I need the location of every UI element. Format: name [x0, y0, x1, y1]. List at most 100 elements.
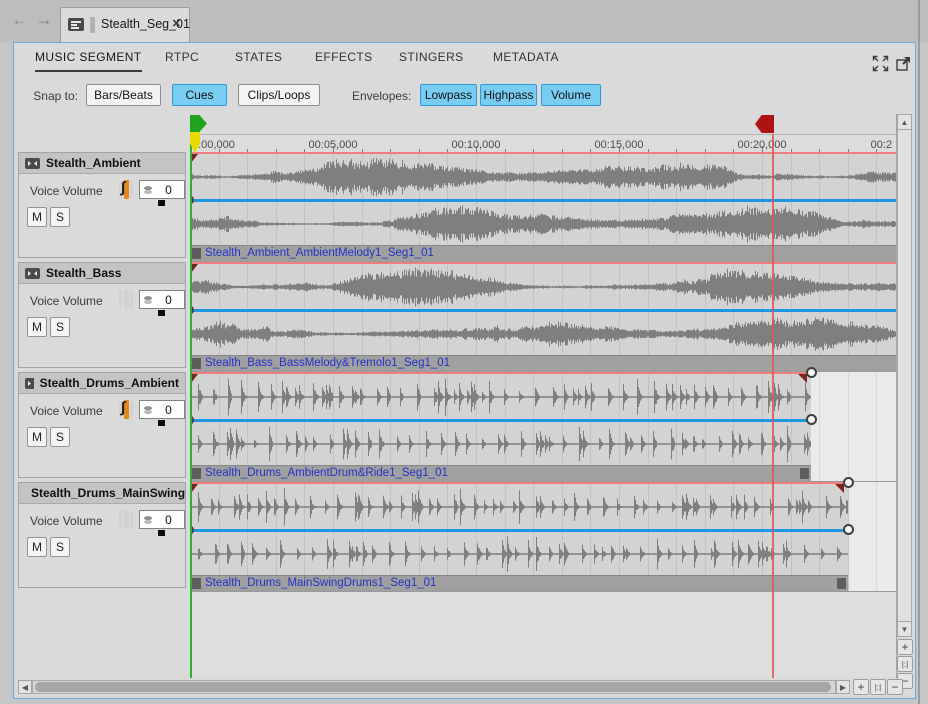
- track-lane[interactable]: Stealth_Drums_AmbientDrum&Ride1_Seg1_01: [190, 372, 896, 482]
- voice-volume-value[interactable]: 0: [153, 403, 184, 417]
- back-arrow-icon[interactable]: ←: [10, 10, 30, 30]
- clip-name[interactable]: Stealth_Drums_AmbientDrum&Ride1_Seg1_01: [205, 467, 448, 479]
- snap-cues-button[interactable]: Cues: [172, 84, 227, 106]
- clip-handle-right[interactable]: [837, 578, 846, 589]
- snap-bars-beats-button[interactable]: Bars/Beats: [86, 84, 161, 106]
- clip-handle-right[interactable]: [800, 468, 809, 479]
- horizontal-zoom-out-button[interactable]: −: [887, 679, 903, 695]
- entry-cue-marker[interactable]: [190, 115, 207, 132]
- track-header-stealth-drums-mainswing[interactable]: Stealth_Drums_MainSwing Voice Volume ∫ 0…: [18, 482, 186, 588]
- exit-cue-marker[interactable]: [755, 115, 774, 133]
- mute-button[interactable]: M: [27, 317, 47, 337]
- horizontal-scrollbar-thumb[interactable]: [35, 682, 831, 692]
- track-header-stealth-ambient[interactable]: Stealth_Ambient Voice Volume ∫ 0 M S: [18, 152, 186, 258]
- scroll-left-icon[interactable]: ◀: [18, 680, 32, 694]
- vertical-zoom-fit-button[interactable]: |:|: [897, 656, 913, 672]
- tab-effects[interactable]: EFFECTS: [315, 50, 372, 70]
- fade-envelope-line[interactable]: [190, 152, 896, 154]
- close-icon[interactable]: ✕: [172, 17, 181, 30]
- document-tab[interactable]: Stealth_Seg_01 ✕: [60, 7, 190, 42]
- rtpc-curve-icon[interactable]: ∫: [119, 290, 133, 309]
- track-lane[interactable]: Stealth_Drums_MainSwingDrums1_Seg1_01: [190, 482, 896, 592]
- volume-envelope-end-point[interactable]: [806, 414, 817, 425]
- clip-name-bar[interactable]: Stealth_Drums_AmbientDrum&Ride1_Seg1_01: [190, 465, 811, 481]
- rtpc-curve-icon[interactable]: ∫: [119, 400, 133, 419]
- volume-envelope-line[interactable]: [190, 419, 811, 422]
- rtpc-curve-icon[interactable]: ∫: [119, 510, 133, 529]
- voice-volume-field[interactable]: 0: [139, 400, 185, 419]
- clip-name-bar[interactable]: Stealth_Ambient_AmbientMelody1_Seg1_01: [190, 245, 896, 261]
- snap-clips-loops-button[interactable]: Clips/Loops: [238, 84, 320, 106]
- rtpc-curve-icon[interactable]: ∫: [119, 180, 133, 199]
- fade-envelope-line[interactable]: [190, 262, 896, 264]
- tab-rtpc[interactable]: RTPC: [165, 50, 199, 70]
- music-segment-icon: [68, 18, 84, 31]
- track-title-bar[interactable]: Stealth_Bass: [19, 263, 185, 284]
- clip-name[interactable]: Stealth_Ambient_AmbientMelody1_Seg1_01: [205, 247, 434, 259]
- vertical-zoom-in-button[interactable]: +: [897, 639, 913, 655]
- volume-envelope-line[interactable]: [190, 529, 848, 532]
- envelope-volume-button[interactable]: Volume: [541, 84, 601, 106]
- voice-volume-value[interactable]: 0: [153, 183, 184, 197]
- voice-volume-field[interactable]: 0: [139, 290, 185, 309]
- mute-button[interactable]: M: [27, 427, 47, 447]
- solo-button[interactable]: S: [50, 537, 70, 557]
- track-title-bar[interactable]: Stealth_Drums_Ambient: [19, 373, 185, 394]
- clip-handle-left[interactable]: [192, 358, 201, 369]
- voice-volume-field[interactable]: 0: [139, 180, 185, 199]
- clip-name-bar[interactable]: Stealth_Drums_MainSwingDrums1_Seg1_01: [190, 575, 848, 591]
- clip-name[interactable]: Stealth_Drums_MainSwingDrums1_Seg1_01: [205, 577, 436, 589]
- fade-envelope-end-point[interactable]: [806, 367, 817, 378]
- volume-slider-notch[interactable]: [158, 310, 165, 316]
- tab-metadata[interactable]: METADATA: [493, 50, 559, 70]
- volume-envelope-line[interactable]: [190, 309, 896, 312]
- clip-handle-left[interactable]: [192, 468, 201, 479]
- mute-button[interactable]: M: [27, 537, 47, 557]
- expand-icon[interactable]: [872, 55, 890, 73]
- knob-icon: [143, 185, 153, 195]
- scroll-down-icon[interactable]: ▼: [897, 621, 912, 637]
- mute-button[interactable]: M: [27, 207, 47, 227]
- clip-name-bar[interactable]: Stealth_Bass_BassMelody&Tremolo1_Seg1_01: [190, 355, 896, 371]
- track-lane[interactable]: Stealth_Ambient_AmbientMelody1_Seg1_01: [190, 152, 896, 262]
- volume-envelope-end-point[interactable]: [843, 524, 854, 535]
- voice-volume-field[interactable]: 0: [139, 510, 185, 529]
- forward-arrow-icon[interactable]: →: [34, 10, 54, 30]
- tab-music-segment[interactable]: MUSIC SEGMENT: [35, 50, 142, 72]
- volume-slider-notch[interactable]: [158, 530, 165, 536]
- volume-slider-notch[interactable]: [158, 200, 165, 206]
- clip-handle-left[interactable]: [192, 578, 201, 589]
- scroll-up-icon[interactable]: ▲: [897, 114, 912, 130]
- envelope-highpass-button[interactable]: Highpass: [480, 84, 537, 106]
- popout-icon[interactable]: [895, 55, 913, 73]
- horizontal-scrollbar[interactable]: [32, 680, 836, 694]
- tab-states[interactable]: STATES: [235, 50, 282, 70]
- solo-button[interactable]: S: [50, 317, 70, 337]
- fade-envelope-line[interactable]: [190, 372, 811, 374]
- fade-envelope-line[interactable]: [190, 482, 848, 484]
- volume-slider-notch[interactable]: [158, 420, 165, 426]
- track-title-bar[interactable]: Stealth_Drums_MainSwing: [19, 483, 185, 504]
- time-ruler[interactable]: 0:00,00000:05,00000:10,00000:15,00000:20…: [190, 134, 896, 153]
- track-header-stealth-bass[interactable]: Stealth_Bass Voice Volume ∫ 0 M S: [18, 262, 186, 368]
- snap-to-label: Snap to:: [24, 89, 78, 103]
- solo-button[interactable]: S: [50, 207, 70, 227]
- horizontal-zoom-fit-button[interactable]: |:|: [870, 679, 886, 695]
- voice-volume-label: Voice Volume: [30, 294, 103, 308]
- timeline-area[interactable]: 0:00,00000:05,00000:10,00000:15,00000:20…: [190, 114, 897, 678]
- track-lane[interactable]: Stealth_Bass_BassMelody&Tremolo1_Seg1_01: [190, 262, 896, 372]
- volume-envelope-line[interactable]: [190, 199, 896, 202]
- clip-name[interactable]: Stealth_Bass_BassMelody&Tremolo1_Seg1_01: [205, 357, 450, 369]
- voice-volume-value[interactable]: 0: [153, 293, 184, 307]
- scroll-right-icon[interactable]: ▶: [836, 680, 850, 694]
- horizontal-zoom-in-button[interactable]: +: [853, 679, 869, 695]
- tab-stingers[interactable]: STINGERS: [399, 50, 464, 70]
- vertical-scrollbar[interactable]: [897, 114, 912, 637]
- envelope-lowpass-button[interactable]: Lowpass: [420, 84, 477, 106]
- fade-envelope-end-point[interactable]: [843, 477, 854, 488]
- solo-button[interactable]: S: [50, 427, 70, 447]
- track-title-bar[interactable]: Stealth_Ambient: [19, 153, 185, 174]
- voice-volume-value[interactable]: 0: [153, 513, 184, 527]
- track-header-stealth-drums-ambient[interactable]: Stealth_Drums_Ambient Voice Volume ∫ 0 M…: [18, 372, 186, 478]
- clip-handle-left[interactable]: [192, 248, 201, 259]
